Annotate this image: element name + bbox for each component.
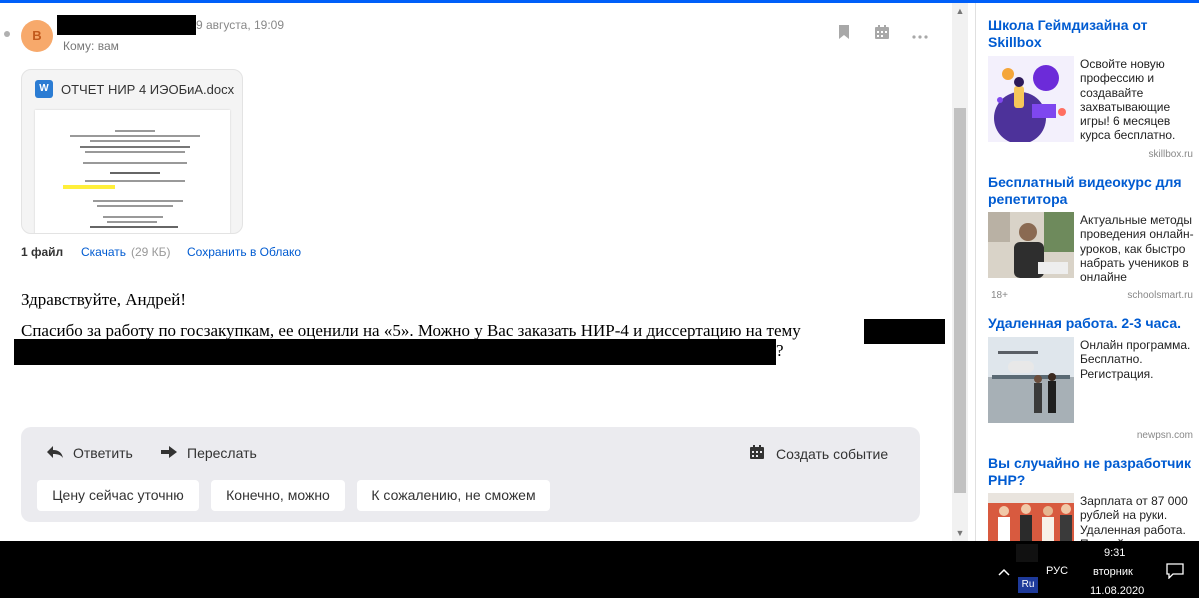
ad-image[interactable]: [988, 212, 1074, 278]
notifications-icon[interactable]: [1166, 563, 1184, 580]
body-greeting: Здравствуйте, Андрей!: [21, 290, 187, 309]
tray-overflow-icon[interactable]: [998, 564, 1010, 579]
ad-text[interactable]: Онлайн программа. Бесплатно. Регистрация…: [1080, 338, 1196, 381]
message-view: В 9 августа, 19:09 Кому: вам W ОТЧЕТ НИР…: [0, 3, 952, 541]
ad-text[interactable]: Актуальные методы проведения онлайн-урок…: [1080, 213, 1196, 284]
keyboard-layout-badge[interactable]: Ru: [1018, 577, 1038, 593]
file-size: (29 КБ): [131, 245, 171, 259]
body-line-2-end: ?: [776, 341, 784, 360]
ad-source: newpsn.com: [1136, 430, 1193, 441]
message-date: 9 августа, 19:09: [196, 18, 285, 32]
clock-date[interactable]: 11.08.2020: [1090, 585, 1144, 597]
reply-arrow-icon: [47, 445, 65, 461]
calendar-icon[interactable]: [873, 25, 891, 43]
ad-text[interactable]: Зарплата от 87 000 рублей на руки. Удале…: [1080, 494, 1196, 541]
unread-dot[interactable]: [4, 31, 10, 37]
language-indicator[interactable]: РУС: [1046, 565, 1068, 577]
bookmark-icon[interactable]: [835, 25, 853, 43]
reply-label: Ответить: [73, 445, 133, 461]
download-link[interactable]: Скачать: [81, 245, 126, 259]
body-line-1: Спасибо за работу по госзакупкам, ее оце…: [21, 321, 801, 340]
ad-title[interactable]: Удаленная работа. 2-3 часа.: [988, 315, 1198, 332]
create-event-button[interactable]: Создать событие: [750, 445, 888, 465]
quick-reply-2[interactable]: Конечно, можно: [211, 480, 345, 511]
ad-title[interactable]: Школа Геймдизайна от Skillbox: [988, 17, 1198, 51]
word-document-icon: W: [35, 80, 53, 98]
reply-panel: Ответить Переслать Создать событие Цену …: [21, 427, 920, 522]
topic-redacted-2: [14, 339, 776, 365]
clock-day[interactable]: вторник: [1093, 566, 1133, 578]
scroll-down-icon[interactable]: ▼: [952, 527, 968, 539]
forward-label: Переслать: [187, 445, 257, 461]
windows-taskbar: Ru РУС 9:31 вторник 11.08.2020: [0, 541, 1199, 598]
ads-sidebar: Школа Геймдизайна от Skillbox Освойте но…: [976, 3, 1199, 541]
ad-text[interactable]: Освойте новую профессию и создавайте зах…: [1080, 57, 1196, 143]
tray-app-icon[interactable]: [1016, 544, 1038, 562]
save-to-cloud-link[interactable]: Сохранить в Облако: [187, 245, 301, 259]
clock-time[interactable]: 9:31: [1104, 547, 1125, 559]
quick-reply-3[interactable]: К сожалению, не сможем: [357, 480, 550, 511]
reply-button[interactable]: Ответить: [47, 445, 133, 465]
create-event-label: Создать событие: [776, 446, 889, 462]
message-recipient: Кому: вам: [63, 39, 119, 53]
sender-name-redacted: [57, 15, 196, 35]
topic-redacted: [864, 319, 945, 344]
ad-source: schoolsmart.ru: [1127, 290, 1193, 301]
scroll-thumb[interactable]: [954, 108, 966, 493]
document-preview[interactable]: [35, 110, 230, 233]
forward-button[interactable]: Переслать: [161, 445, 257, 465]
ad-title[interactable]: Бесплатный видеокурс для репетитора: [988, 174, 1198, 208]
sender-avatar[interactable]: В: [21, 20, 53, 52]
ad-age-rating: 18+: [991, 290, 1008, 301]
scroll-up-icon[interactable]: ▲: [952, 5, 968, 17]
ad-title[interactable]: Вы случайно не разработчик PHP?: [988, 455, 1198, 489]
forward-arrow-icon: [161, 445, 179, 461]
attachment-filename[interactable]: ОТЧЕТ НИР 4 ИЭОБиА.docx: [61, 82, 234, 97]
calendar-icon: [750, 445, 768, 462]
ad-image[interactable]: [988, 493, 1074, 541]
ad-image[interactable]: [988, 56, 1074, 144]
more-icon[interactable]: [911, 25, 929, 43]
attachment-card[interactable]: W ОТЧЕТ НИР 4 ИЭОБиА.docx: [21, 69, 243, 234]
message-scrollbar[interactable]: ▲ ▼: [952, 3, 968, 541]
ad-source: skillbox.ru: [1148, 149, 1193, 160]
quick-reply-1[interactable]: Цену сейчас уточню: [37, 480, 199, 511]
ad-image[interactable]: [988, 337, 1074, 423]
files-count: 1 файл: [21, 245, 64, 259]
